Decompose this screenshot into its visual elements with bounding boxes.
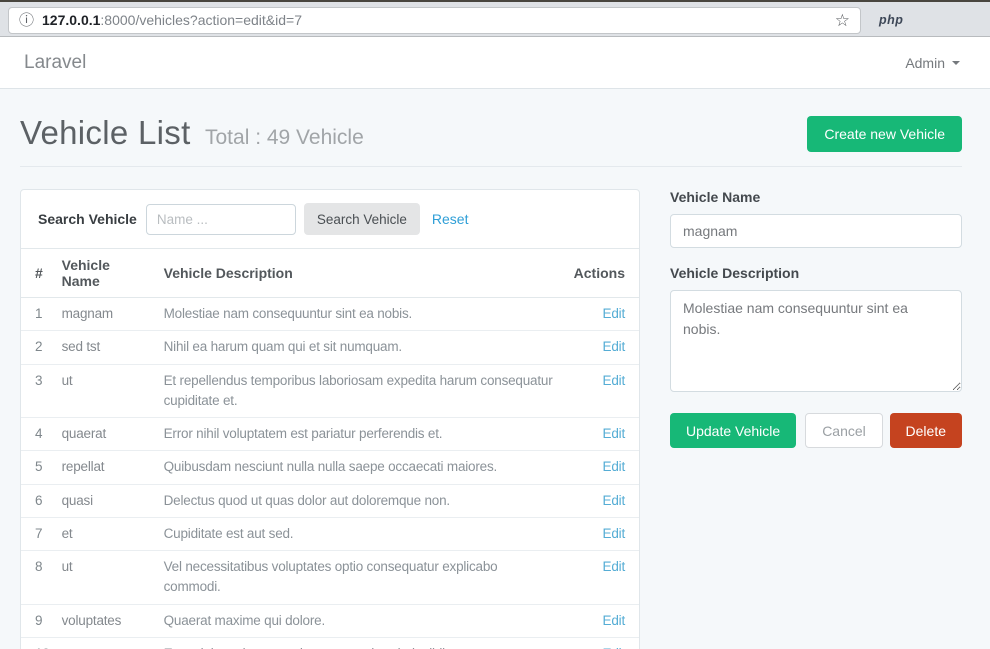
header-number: # [21, 249, 54, 298]
vehicle-description-cell: Cupiditate est aut sed. [156, 517, 566, 550]
vehicle-name-cell: et [54, 517, 156, 550]
vehicle-description-cell: Nihil ea harum quam qui et sit numquam. [156, 331, 566, 364]
vehicle-name-cell: quasi [54, 484, 156, 517]
page-content: Vehicle List Total : 49 Vehicle Create n… [0, 89, 990, 649]
vehicle-name-cell: eum [54, 637, 156, 649]
update-vehicle-button[interactable]: Update Vehicle [670, 413, 796, 448]
edit-vehicle-form: Vehicle Name Vehicle Description Molesti… [670, 189, 962, 448]
vehicle-description-cell: Et repellendus temporibus laboriosam exp… [156, 364, 566, 418]
reset-link[interactable]: Reset [432, 211, 469, 227]
vehicle-name-input[interactable] [670, 214, 962, 248]
vehicle-description-cell: Molestiae nam consequuntur sint ea nobis… [156, 298, 566, 331]
vehicle-name-group: Vehicle Name [670, 189, 962, 248]
bookmark-star-icon[interactable]: ☆ [835, 12, 850, 29]
table-row: 8 ut Vel necessitatibus voluptates optio… [21, 551, 639, 605]
vehicle-description-label: Vehicle Description [670, 265, 962, 281]
page-header: Vehicle List Total : 49 Vehicle Create n… [20, 89, 962, 152]
url-path: :8000/vehicles?action=edit&id=7 [100, 12, 302, 28]
vehicle-description-cell: Delectus quod ut quas dolor aut doloremq… [156, 484, 566, 517]
vehicle-table-body: 1 magnam Molestiae nam consequuntur sint… [21, 298, 639, 649]
admin-dropdown[interactable]: Admin [905, 55, 960, 71]
search-button[interactable]: Search Vehicle [304, 203, 420, 235]
vehicle-name-cell: sed tst [54, 331, 156, 364]
edit-link[interactable]: Edit [603, 306, 625, 321]
brand-link[interactable]: Laravel [24, 52, 86, 74]
browser-chrome: ⓘ 127.0.0.1:8000/vehicles?action=edit&id… [0, 0, 990, 37]
vehicle-name-cell: ut [54, 551, 156, 605]
table-row: 4 quaerat Error nihil voluptatem est par… [21, 418, 639, 451]
table-row: 7 et Cupiditate est aut sed. Edit [21, 517, 639, 550]
search-bar: Search Vehicle Search Vehicle Reset [21, 190, 639, 248]
table-row: 9 voluptates Quaerat maxime qui dolore. … [21, 604, 639, 637]
table-row: 2 sed tst Nihil ea harum quam qui et sit… [21, 331, 639, 364]
caret-down-icon [952, 61, 960, 65]
url-text[interactable]: 127.0.0.1:8000/vehicles?action=edit&id=7 [42, 12, 302, 28]
vehicle-description-textarea[interactable]: Molestiae nam consequuntur sint ea nobis… [670, 290, 962, 392]
app-navbar: Laravel Admin [0, 37, 990, 89]
vehicle-table-head: # Vehicle Name Vehicle Description Actio… [21, 249, 639, 298]
header-vehicle-description: Vehicle Description [156, 249, 566, 298]
edit-link[interactable]: Edit [603, 426, 625, 441]
header-divider [20, 166, 962, 167]
row-number: 4 [21, 418, 54, 451]
row-number: 2 [21, 331, 54, 364]
vehicle-name-cell: voluptates [54, 604, 156, 637]
vehicle-description-cell: Vel necessitatibus voluptates optio cons… [156, 551, 566, 605]
vehicle-name-cell: quaerat [54, 418, 156, 451]
edit-link[interactable]: Edit [603, 559, 625, 574]
edit-link[interactable]: Edit [603, 373, 625, 388]
page-info-icon[interactable]: ⓘ [19, 13, 34, 28]
vehicle-name-label: Vehicle Name [670, 189, 962, 205]
php-extension-icon[interactable]: php [879, 13, 903, 27]
url-host: 127.0.0.1 [42, 12, 100, 28]
vehicle-table: # Vehicle Name Vehicle Description Actio… [21, 248, 639, 649]
create-vehicle-button[interactable]: Create new Vehicle [807, 116, 962, 152]
admin-dropdown-label: Admin [905, 55, 945, 71]
vehicle-description-group: Vehicle Description Molestiae nam conseq… [670, 265, 962, 397]
vehicle-description-cell: Quibusdam nesciunt nulla nulla saepe occ… [156, 451, 566, 484]
window-top-edge [0, 0, 990, 2]
vehicle-description-cell: Quaerat maxime qui dolore. [156, 604, 566, 637]
vehicle-description-cell: Error nihil voluptatem est pariatur perf… [156, 418, 566, 451]
main-row: Search Vehicle Search Vehicle Reset # Ve… [20, 189, 962, 649]
header-vehicle-name: Vehicle Name [54, 249, 156, 298]
table-row: 10 eum Error dolore sint autem harum rep… [21, 637, 639, 649]
row-number: 7 [21, 517, 54, 550]
address-bar[interactable]: ⓘ 127.0.0.1:8000/vehicles?action=edit&id… [8, 7, 861, 34]
search-label: Search Vehicle [38, 211, 137, 227]
vehicle-name-cell: magnam [54, 298, 156, 331]
edit-link[interactable]: Edit [603, 459, 625, 474]
table-row: 5 repellat Quibusdam nesciunt nulla null… [21, 451, 639, 484]
row-number: 10 [21, 637, 54, 649]
edit-link[interactable]: Edit [603, 526, 625, 541]
table-row: 6 quasi Delectus quod ut quas dolor aut … [21, 484, 639, 517]
form-buttons: Update Vehicle Cancel Delete [670, 413, 962, 448]
table-row: 3 ut Et repellendus temporibus laboriosa… [21, 364, 639, 418]
row-number: 5 [21, 451, 54, 484]
edit-link[interactable]: Edit [603, 493, 625, 508]
row-number: 1 [21, 298, 54, 331]
vehicle-description-cell: Error dolore sint autem harum reprehende… [156, 637, 566, 649]
page-title: Vehicle List [20, 114, 191, 151]
vehicle-list-panel: Search Vehicle Search Vehicle Reset # Ve… [20, 189, 640, 649]
row-number: 9 [21, 604, 54, 637]
table-row: 1 magnam Molestiae nam consequuntur sint… [21, 298, 639, 331]
header-actions: Actions [566, 249, 639, 298]
search-input[interactable] [146, 204, 296, 235]
row-number: 6 [21, 484, 54, 517]
cancel-button[interactable]: Cancel [805, 413, 883, 448]
edit-link[interactable]: Edit [603, 613, 625, 628]
vehicle-name-cell: ut [54, 364, 156, 418]
row-number: 3 [21, 364, 54, 418]
edit-link[interactable]: Edit [603, 339, 625, 354]
delete-button[interactable]: Delete [890, 413, 962, 448]
total-count-label: Total : 49 Vehicle [205, 126, 364, 149]
row-number: 8 [21, 551, 54, 605]
vehicle-name-cell: repellat [54, 451, 156, 484]
